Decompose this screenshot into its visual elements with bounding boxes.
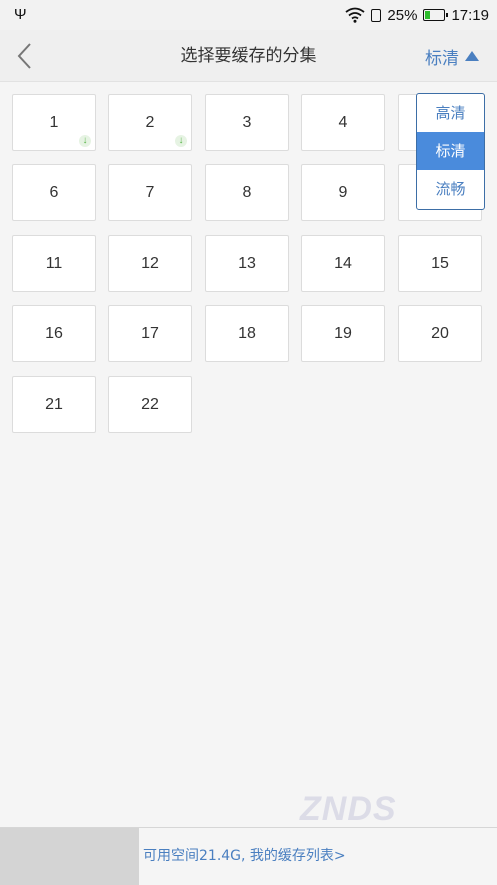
quality-option[interactable]: 标清: [417, 132, 484, 170]
status-bar: Ψ 25% 17:19: [0, 0, 497, 30]
episode-button[interactable]: 9: [301, 164, 385, 221]
episode-number: 13: [238, 254, 256, 272]
storage-info-link[interactable]: 可用空间21.4G, 我的缓存列表>: [143, 828, 346, 885]
sim-icon: [371, 8, 382, 22]
usb-icon: Ψ: [14, 6, 27, 23]
episode-number: 9: [338, 183, 348, 201]
episode-button[interactable]: 20: [398, 305, 482, 362]
episode-button[interactable]: 15: [398, 235, 482, 292]
episode-number: 17: [141, 324, 159, 342]
episode-number: 21: [45, 395, 63, 413]
quality-dropdown: 高清 标清 流畅: [416, 93, 485, 210]
episode-button[interactable]: 21: [12, 376, 96, 433]
episode-button[interactable]: 22: [108, 376, 192, 433]
quality-option[interactable]: 流畅: [417, 170, 484, 208]
status-right: 25% 17:19: [345, 0, 489, 30]
episode-button[interactable]: 3: [205, 94, 289, 151]
watermark-logo: ZNDS: [300, 790, 397, 828]
wifi-icon: [345, 7, 365, 23]
episode-button[interactable]: 12: [108, 235, 192, 292]
quality-label: 标清: [425, 48, 459, 69]
episode-number: 20: [431, 324, 449, 342]
episode-button[interactable]: 19: [301, 305, 385, 362]
episode-button[interactable]: 6: [12, 164, 96, 221]
episode-number: 19: [334, 324, 352, 342]
episode-number: 22: [141, 395, 159, 413]
episode-button[interactable]: 7: [108, 164, 192, 221]
footer: 可用空间21.4G, 我的缓存列表>: [0, 827, 497, 885]
caret-up-icon: [465, 51, 479, 61]
episode-number: 6: [49, 183, 59, 201]
episode-number: 16: [45, 324, 63, 342]
footer-left-panel: [0, 828, 139, 885]
episode-number: 11: [45, 254, 63, 272]
episode-number: 1: [49, 113, 59, 131]
downloaded-arrow-icon: ↓: [175, 135, 187, 147]
episode-button[interactable]: 13: [205, 235, 289, 292]
episode-button[interactable]: 1 ↓: [12, 94, 96, 151]
header: 选择要缓存的分集 标清: [0, 30, 497, 82]
episode-button[interactable]: 11: [12, 235, 96, 292]
episode-number: 3: [242, 113, 252, 131]
battery-percent: 25%: [387, 6, 418, 24]
episode-number: 7: [145, 183, 155, 201]
episode-button[interactable]: 18: [205, 305, 289, 362]
episode-button[interactable]: 2 ↓: [108, 94, 192, 151]
episode-number: 14: [334, 254, 352, 272]
battery-level: [425, 11, 430, 19]
episode-button[interactable]: 14: [301, 235, 385, 292]
downloaded-arrow-icon: ↓: [79, 135, 91, 147]
episode-button[interactable]: 4: [301, 94, 385, 151]
page-title: 选择要缓存的分集: [180, 46, 317, 66]
quality-option[interactable]: 高清: [417, 94, 484, 132]
quality-selector[interactable]: 标清: [425, 30, 479, 82]
episode-button[interactable]: 16: [12, 305, 96, 362]
clock: 17:19: [451, 6, 489, 24]
battery-icon: [423, 9, 449, 21]
episode-button[interactable]: 17: [108, 305, 192, 362]
episode-number: 12: [141, 254, 159, 272]
episode-number: 4: [338, 113, 348, 131]
episode-number: 2: [145, 113, 155, 131]
episode-number: 15: [431, 254, 449, 272]
episode-number: 18: [238, 324, 256, 342]
episode-button[interactable]: 8: [205, 164, 289, 221]
episode-number: 8: [242, 183, 252, 201]
